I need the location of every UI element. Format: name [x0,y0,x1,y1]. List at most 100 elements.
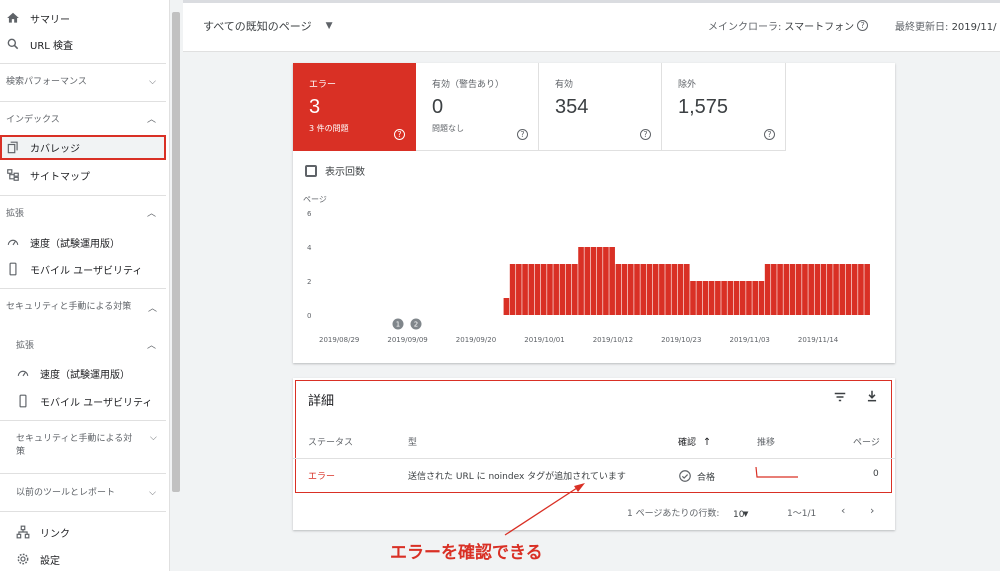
chart-bar[interactable] [665,264,671,315]
chart-bar[interactable] [820,264,827,315]
chart-bar[interactable] [789,264,796,315]
summary-tile-excluded[interactable]: 除外 1,575 ? [662,63,786,151]
column-header-type[interactable]: 型 [408,435,417,448]
chart-bar[interactable] [683,264,690,315]
chart-bar[interactable] [858,264,864,315]
sidebar-section-index[interactable]: インデックス ︿ [0,114,166,127]
chart-bar[interactable] [547,264,553,315]
sidebar-item-summary[interactable]: サマリー [0,5,166,31]
chart-bar[interactable] [795,264,802,315]
chart-bar[interactable] [584,247,591,315]
chart-bar[interactable] [627,264,634,315]
column-header-validation[interactable]: 確認 ↑ [678,435,711,448]
chart-annotation-marker[interactable]: 1 [392,318,404,330]
chart-bar[interactable] [727,281,734,315]
chart-bar[interactable] [590,247,597,315]
chart-bar[interactable] [522,264,528,315]
chart-bar[interactable] [690,281,696,315]
chart-bar[interactable] [671,264,678,315]
chart-bar[interactable] [646,264,653,315]
chart-bar[interactable] [553,264,559,315]
chart-bar[interactable] [839,264,846,315]
chart-bar[interactable] [845,264,852,315]
sidebar-item-speed-2[interactable]: 速度（試験運用版） [0,360,166,386]
chart-bar[interactable] [708,281,715,315]
summary-tile-valid[interactable]: 有効 354 ? [539,63,662,151]
chart-bar[interactable] [721,281,727,315]
chart-bar[interactable] [503,298,510,315]
chart-bar[interactable] [827,264,833,315]
sidebar-section-enhancements[interactable]: 拡張 ︿ [0,208,166,221]
chart-bar[interactable] [764,264,771,315]
help-icon[interactable]: ? [640,129,651,140]
chart-annotation-marker[interactable]: 2 [410,318,422,330]
chart-bar[interactable] [746,281,752,315]
help-icon[interactable]: ? [517,129,528,140]
chart-bar[interactable] [814,264,821,315]
chart-bar[interactable] [802,264,808,315]
sidebar-item-links[interactable]: リンク [0,519,166,545]
summary-tile-warning[interactable]: 有効（警告あり） 0 問題なし ? [416,63,539,151]
chart-bar[interactable] [783,264,790,315]
sidebar-section-enhancements-2[interactable]: 拡張 ︿ [0,340,166,353]
chart-bar[interactable] [528,264,535,315]
chart-bar[interactable] [559,264,566,315]
sidebar-item-mobile-usability-2[interactable]: モバイル ユーザビリティ [0,388,166,414]
chart-bar[interactable] [696,281,703,315]
chart-bar[interactable] [851,264,858,315]
chart-bar[interactable] [659,264,665,315]
sidebar-item-sitemaps[interactable]: サイトマップ [0,162,166,188]
chart-bar[interactable] [771,264,777,315]
sidebar-scrollbar[interactable] [172,12,180,492]
column-header-trend[interactable]: 推移 [757,435,775,448]
chart-bar[interactable] [758,281,765,315]
chart-bar[interactable] [572,264,578,315]
chart-bar[interactable] [534,264,541,315]
chart-bar[interactable] [603,247,609,315]
help-icon[interactable]: ? [857,20,869,31]
impressions-checkbox[interactable]: 表示回数 [305,163,365,178]
chart-bar[interactable] [578,247,584,315]
sidebar-item-speed[interactable]: 速度（試験運用版） [0,229,166,255]
filter-icon[interactable] [833,390,847,404]
chart-bar[interactable] [596,247,603,315]
chart-bar[interactable] [777,264,783,315]
prev-page-icon[interactable]: ‹ [841,504,845,517]
chart-bar[interactable] [702,281,709,315]
sidebar-item-coverage[interactable]: カバレッジ [0,135,166,160]
sidebar-item-settings[interactable]: 設定 [0,546,166,571]
chart-bar[interactable] [621,264,628,315]
page-filter-dropdown[interactable]: すべての既知のページ ▼ [203,18,333,34]
next-page-icon[interactable]: › [870,504,874,517]
chart-bar[interactable] [733,281,740,315]
summary-tile-error[interactable]: エラー 3 3 件の問題 ? [293,63,416,151]
chart-bar[interactable] [752,281,758,315]
sidebar-section-security[interactable]: セキュリティと手動による対策 [0,301,140,314]
download-icon[interactable] [865,389,879,403]
divider [0,195,166,196]
column-header-status[interactable]: ステータス [308,435,353,448]
chart-bar[interactable] [634,264,640,315]
sidebar-section-security-2[interactable]: セキュリティと手動による対策 [0,433,140,459]
chart-bar[interactable] [739,281,746,315]
sidebar-item-mobile-usability[interactable]: モバイル ユーザビリティ [0,256,166,282]
chart-bar[interactable] [715,281,721,315]
chart-bar[interactable] [609,247,615,315]
chart-bar[interactable] [615,264,622,315]
chart-bar[interactable] [808,264,814,315]
help-icon[interactable]: ? [394,129,405,140]
column-header-pages[interactable]: ページ [853,435,880,448]
chart-bar[interactable] [833,264,839,315]
help-icon[interactable]: ? [764,129,775,140]
chart-bar[interactable] [540,264,547,315]
chart-bar[interactable] [509,264,516,315]
sidebar-section-search-performance[interactable]: 検索パフォーマンス ⌵ [0,76,166,89]
chart-bar[interactable] [652,264,659,315]
chart-bar[interactable] [864,264,870,315]
chart-bar[interactable] [565,264,572,315]
sidebar-section-legacy-tools[interactable]: 以前のツールとレポート ⌵ [0,487,166,500]
chart-bar[interactable] [640,264,647,315]
chart-bar[interactable] [516,264,522,315]
chart-bar[interactable] [677,264,684,315]
sidebar-item-url-inspection[interactable]: URL 検査 [0,31,166,57]
